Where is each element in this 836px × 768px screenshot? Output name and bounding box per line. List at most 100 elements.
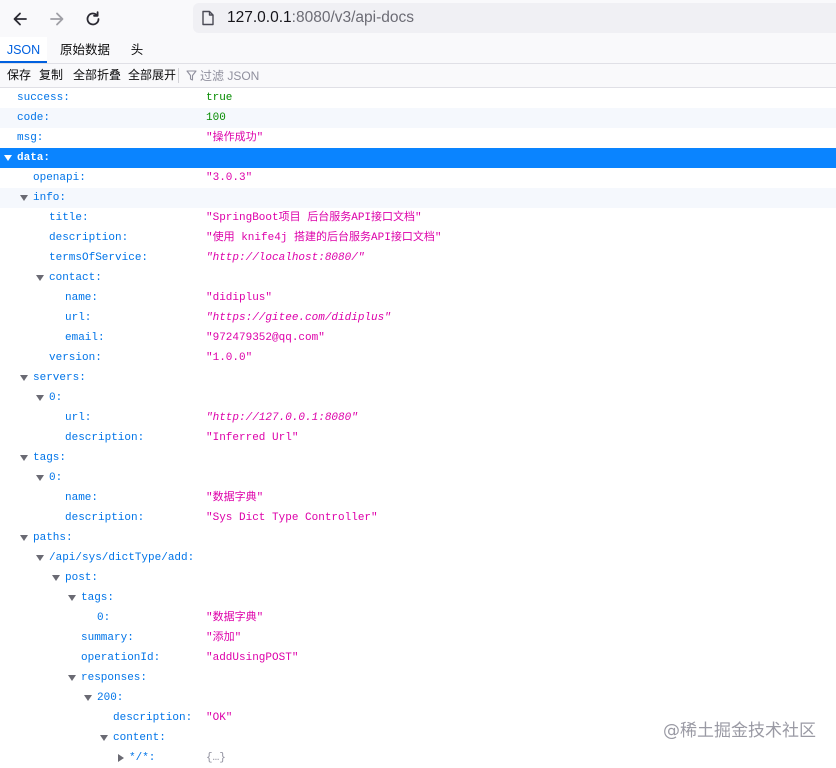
- expand-toggle-icon[interactable]: [4, 155, 12, 161]
- expand-toggle-icon[interactable]: [68, 675, 76, 681]
- json-value: "数据字典": [206, 492, 264, 504]
- json-value-link[interactable]: "http://127.0.0.1:8080": [206, 408, 358, 428]
- json-row[interactable]: termsOfService: "http://localhost:8080/": [0, 248, 836, 268]
- json-toolbar: 保存 复制 全部折叠 全部展开: [0, 64, 836, 88]
- json-row[interactable]: success: true: [0, 88, 836, 108]
- json-row[interactable]: contact:: [0, 268, 836, 288]
- json-row[interactable]: name: "didiplus": [0, 288, 836, 308]
- json-key: name:: [65, 292, 99, 304]
- json-key: url:: [65, 412, 92, 424]
- json-key: success:: [17, 92, 70, 104]
- expand-all-button[interactable]: 全部展开: [128, 64, 176, 87]
- json-row[interactable]: summary: "添加": [0, 628, 836, 648]
- page-icon: [202, 10, 214, 26]
- json-value: "SpringBoot项目 后台服务API接口文档": [206, 212, 422, 224]
- json-row[interactable]: /api/sys/dictType/add:: [0, 548, 836, 568]
- expand-toggle-icon[interactable]: [36, 275, 44, 281]
- json-value: "didiplus": [206, 292, 273, 304]
- json-row[interactable]: 0: "数据字典": [0, 608, 836, 628]
- json-row[interactable]: info:: [0, 188, 836, 208]
- expand-toggle-icon[interactable]: [36, 475, 44, 481]
- json-row[interactable]: tags:: [0, 448, 836, 468]
- filter-icon: [186, 70, 197, 81]
- forward-button[interactable]: [44, 6, 70, 32]
- json-key: /api/sys/dictType/add:: [49, 552, 195, 564]
- watermark-text: @稀土掘金技术社区: [663, 721, 816, 741]
- json-row[interactable]: 0:: [0, 468, 836, 488]
- json-key: post:: [65, 572, 99, 584]
- json-row[interactable]: operationId: "addUsingPOST": [0, 648, 836, 668]
- collapse-all-button[interactable]: 全部折叠: [73, 64, 121, 87]
- json-key: contact:: [49, 272, 102, 284]
- json-row[interactable]: paths:: [0, 528, 836, 548]
- json-value-link[interactable]: "https://gitee.com/didiplus": [206, 308, 391, 328]
- expand-toggle-icon[interactable]: [20, 375, 28, 381]
- json-row[interactable]: version: "1.0.0": [0, 348, 836, 368]
- json-row[interactable]: openapi: "3.0.3": [0, 168, 836, 188]
- tab-raw-data[interactable]: 原始数据: [52, 37, 118, 63]
- tab-json[interactable]: JSON: [0, 37, 47, 63]
- json-row[interactable]: url: "http://127.0.0.1:8080": [0, 408, 836, 428]
- forward-arrow-icon: [50, 12, 64, 26]
- json-row[interactable]: title: "SpringBoot项目 后台服务API接口文档": [0, 208, 836, 228]
- json-row[interactable]: url: "https://gitee.com/didiplus": [0, 308, 836, 328]
- tab-headers[interactable]: 头: [124, 37, 150, 63]
- json-key: code:: [17, 112, 51, 124]
- json-key: email:: [65, 332, 105, 344]
- expand-toggle-icon[interactable]: [20, 455, 28, 461]
- url-text[interactable]: 127.0.0.1:8080/v3/api-docs: [227, 9, 414, 27]
- json-row[interactable]: tags:: [0, 588, 836, 608]
- expand-toggle-icon[interactable]: [84, 695, 92, 701]
- json-value: "Inferred Url": [206, 432, 299, 444]
- json-row[interactable]: 0:: [0, 388, 836, 408]
- save-button[interactable]: 保存: [7, 64, 31, 87]
- json-row[interactable]: description: "使用 knife4j 搭建的后台服务API接口文档": [0, 228, 836, 248]
- json-row[interactable]: 200:: [0, 688, 836, 708]
- browser-toolbar: 127.0.0.1:8080/v3/api-docs: [0, 0, 836, 37]
- url-host: 127.0.0.1: [227, 9, 292, 26]
- json-row[interactable]: servers:: [0, 368, 836, 388]
- json-key: */*:: [129, 752, 156, 764]
- json-key: title:: [49, 212, 89, 224]
- json-key: summary:: [81, 632, 134, 644]
- json-row[interactable]: email: "972479352@qq.com": [0, 328, 836, 348]
- expand-toggle-icon[interactable]: [36, 555, 44, 561]
- copy-button[interactable]: 复制: [39, 64, 63, 87]
- json-row[interactable]: description: "Sys Dict Type Controller": [0, 508, 836, 528]
- json-value-link[interactable]: "http://localhost:8080/": [206, 248, 364, 268]
- json-key: msg:: [17, 132, 44, 144]
- json-key: version:: [49, 352, 102, 364]
- expand-toggle-icon[interactable]: [36, 395, 44, 401]
- json-key: 0:: [49, 392, 63, 404]
- json-row[interactable]: */*: {…}: [0, 748, 836, 768]
- address-bar[interactable]: 127.0.0.1:8080/v3/api-docs: [193, 3, 836, 33]
- json-row[interactable]: responses:: [0, 668, 836, 688]
- reload-button[interactable]: [80, 6, 106, 32]
- json-row[interactable]: name: "数据字典": [0, 488, 836, 508]
- json-row[interactable]: code: 100: [0, 108, 836, 128]
- json-value: 100: [206, 112, 226, 124]
- expand-toggle-icon[interactable]: [100, 735, 108, 741]
- expand-toggle-icon[interactable]: [20, 195, 28, 201]
- json-row-selected[interactable]: data:: [0, 148, 836, 168]
- reload-icon: [86, 11, 100, 26]
- json-key: paths:: [33, 532, 73, 544]
- filter-json-input[interactable]: [200, 64, 400, 87]
- json-value: "972479352@qq.com": [206, 332, 325, 344]
- expand-toggle-icon[interactable]: [68, 595, 76, 601]
- url-path: :8080/v3/api-docs: [291, 9, 415, 26]
- back-button[interactable]: [7, 6, 33, 32]
- json-key: data:: [17, 152, 51, 164]
- json-value: "addUsingPOST": [206, 652, 299, 664]
- json-row[interactable]: post:: [0, 568, 836, 588]
- json-key: tags:: [33, 452, 67, 464]
- json-key: termsOfService:: [49, 252, 149, 264]
- json-key: description:: [113, 712, 193, 724]
- viewer-tabs: JSON 原始数据 头: [0, 37, 836, 64]
- json-key: name:: [65, 492, 99, 504]
- expand-toggle-icon[interactable]: [20, 535, 28, 541]
- json-row[interactable]: msg: "操作成功": [0, 128, 836, 148]
- json-key: description:: [49, 232, 129, 244]
- expand-toggle-icon[interactable]: [52, 575, 60, 581]
- json-row[interactable]: description: "Inferred Url": [0, 428, 836, 448]
